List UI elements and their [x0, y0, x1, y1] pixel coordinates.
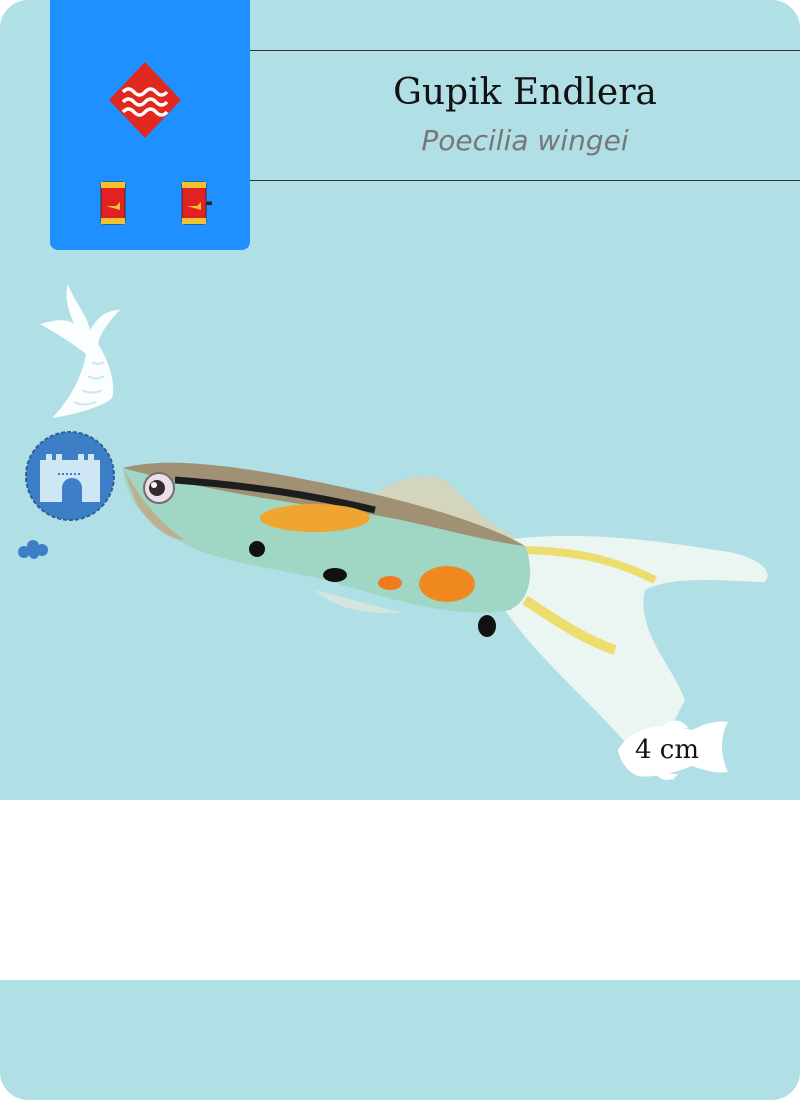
fish-tail-icon	[40, 284, 120, 418]
fish-food-can-icon	[181, 181, 207, 225]
common-name: Gupik Endlera	[393, 72, 657, 113]
castle-icon	[25, 431, 115, 521]
title-divider-bottom	[250, 180, 800, 181]
size-label: 4 cm	[635, 735, 700, 765]
latin-name: Poecilia wingei	[421, 124, 629, 157]
species-card: + Gupik Endlera Poecilia wingei	[0, 0, 800, 1100]
eggs-icon	[18, 540, 48, 559]
description-area	[0, 800, 800, 980]
care-badge: +	[50, 0, 250, 250]
water-zone-icon	[109, 62, 181, 138]
title-divider-top	[250, 50, 800, 51]
fish-food-can-icon	[100, 181, 126, 225]
